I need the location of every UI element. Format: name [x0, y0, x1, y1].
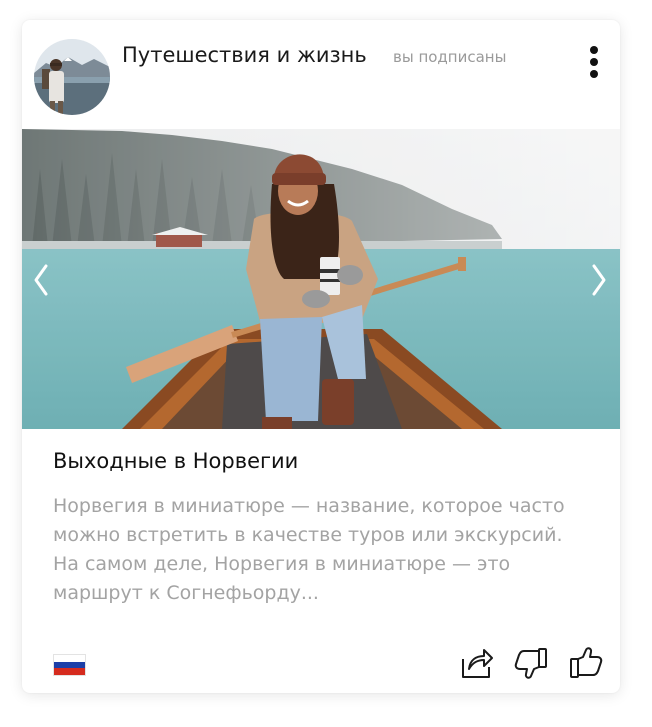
more-vertical-icon [590, 46, 598, 54]
photo-next-button[interactable] [584, 260, 614, 300]
share-icon [462, 649, 493, 678]
post-card: Путешествия и жизнь вы подписаны Выходны… [22, 20, 620, 693]
chevron-right-icon [592, 264, 606, 296]
subscription-status: вы подписаны [393, 48, 507, 66]
channel-name[interactable]: Путешествия и жизнь [122, 43, 367, 67]
more-options-button[interactable] [584, 44, 604, 80]
post-photo[interactable] [22, 129, 620, 429]
thumbs-up-icon [570, 647, 603, 678]
post-title[interactable]: Выходные в Норвегии [53, 449, 298, 473]
photo-prev-button[interactable] [26, 260, 56, 300]
thumbs-down-icon [514, 648, 547, 679]
chevron-left-icon [34, 264, 48, 296]
flag-stripe-blue [54, 661, 85, 669]
more-vertical-icon-dot [590, 70, 598, 78]
dislike-button[interactable] [513, 645, 549, 681]
like-button[interactable] [568, 645, 604, 681]
flag-stripe-red [54, 668, 85, 675]
russia-flag-icon [53, 654, 86, 676]
share-button[interactable] [458, 645, 494, 681]
more-vertical-icon-dot [590, 58, 598, 66]
flag-stripe-white [54, 655, 85, 662]
post-header: Путешествия и жизнь вы подписаны [22, 20, 620, 129]
channel-avatar[interactable] [34, 39, 110, 115]
post-excerpt: Норвегия в миниатюре — название, которое… [53, 495, 565, 604]
